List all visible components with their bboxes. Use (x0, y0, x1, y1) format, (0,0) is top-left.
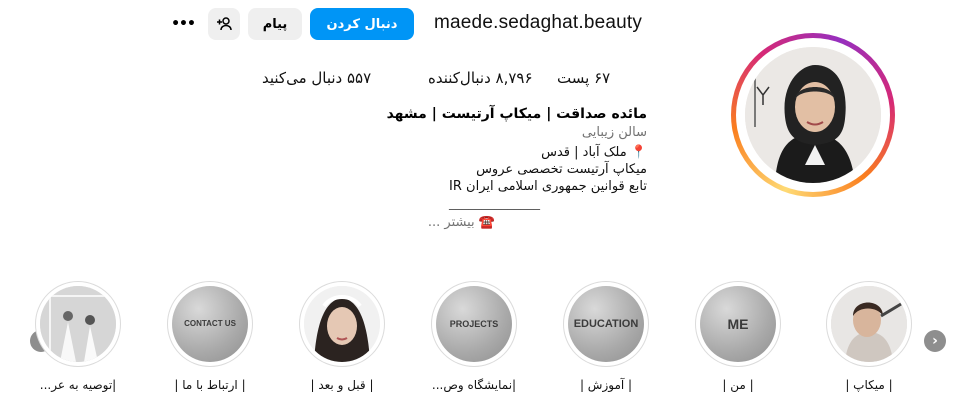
message-button[interactable]: پیام (248, 8, 302, 40)
highlight-label: | میکاپ | (845, 378, 893, 392)
bio-line: تابع قوانین جمهوری اسلامی ایران IR (449, 179, 647, 194)
bio-location: 📍 ملک آباد | قدس (541, 145, 647, 160)
bio-more-link[interactable]: ☎️ بیشتر ... (428, 215, 495, 230)
highlight-contact[interactable]: CONTACT US (167, 281, 253, 367)
add-user-icon (217, 17, 232, 31)
suggest-users-button[interactable] (208, 8, 240, 40)
highlight-label: | آموزش | (579, 378, 633, 392)
highlight-me[interactable]: ME (695, 281, 781, 367)
highlight-cover-photo (831, 286, 907, 362)
bio-category: سالن زیبایی (581, 125, 647, 140)
highlight-cover-text: ME (727, 316, 749, 332)
posts-count[interactable]: ۶۷ پست (557, 69, 610, 87)
profile-avatar[interactable] (731, 33, 895, 197)
highlight-cover-text: CONTACT US (184, 319, 236, 328)
highlight-label: |توصیه به عر... (39, 378, 117, 392)
highlight-projects[interactable]: PROJECTS (431, 281, 517, 367)
following-count[interactable]: ۵۵۷ دنبال می‌کنید (262, 69, 371, 87)
follow-button[interactable]: دنبال کردن (310, 8, 414, 40)
followers-count[interactable]: ۸,۷۹۶ دنبال‌کننده (428, 69, 533, 87)
bio-line: میکاپ آرتیست تخصصی عروس (476, 162, 647, 177)
highlight-label: |نمایشگاه وص... (431, 378, 517, 392)
more-options-button[interactable]: ••• (168, 8, 198, 40)
avatar-photo (745, 47, 881, 183)
highlight-cover-photo (40, 286, 116, 362)
highlight-cover-text: EDUCATION (573, 317, 639, 330)
highlight-cover-text: PROJECTS (449, 318, 499, 329)
highlights-next-button[interactable]: › (924, 330, 946, 352)
profile-username: maede.sedaghat.beauty (434, 12, 643, 33)
highlight-label: | من | (722, 378, 754, 392)
highlight-bride-tips[interactable] (35, 281, 121, 367)
highlight-label: | ارتباط با ما | (174, 378, 246, 392)
highlight-education[interactable]: EDUCATION (563, 281, 649, 367)
highlight-before-after[interactable] (299, 281, 385, 367)
bio-full-name: مائده صداقت | میکاپ آرتیست | مشهد (386, 106, 647, 122)
bio-divider: ______________ (449, 196, 540, 211)
highlight-cover-photo (304, 286, 380, 362)
highlight-label: | قبل و بعد | (310, 378, 374, 392)
highlight-makeup[interactable] (826, 281, 912, 367)
